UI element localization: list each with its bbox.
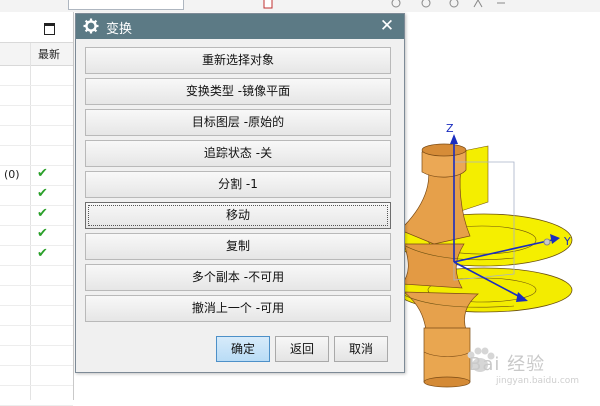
navigator-row[interactable] bbox=[0, 265, 73, 286]
navigator-row[interactable] bbox=[0, 145, 73, 166]
navigator-row[interactable] bbox=[0, 365, 73, 386]
target-layer-button[interactable]: 目标图层 -原始的 bbox=[85, 109, 391, 136]
navigator-row[interactable] bbox=[0, 385, 73, 406]
render-icon[interactable] bbox=[420, 0, 432, 9]
subdivide-button[interactable]: 分割 -1 bbox=[85, 171, 391, 198]
axis-z-label: Z bbox=[446, 122, 454, 135]
upper-sleeve-top bbox=[421, 143, 467, 157]
checkmark-icon: ✔ bbox=[37, 186, 48, 201]
navigator-row-label: (0) bbox=[4, 168, 20, 181]
transform-dialog: 变换 ✕ 重新选择对象 变换类型 -镜像平面 目标图层 -原始的 追踪状态 -关… bbox=[75, 13, 405, 373]
navigator-row[interactable] bbox=[0, 305, 73, 326]
checkmark-icon: ✔ bbox=[37, 206, 48, 221]
dialog-title: 变换 bbox=[106, 22, 133, 37]
trace-status-button[interactable]: 追踪状态 -关 bbox=[85, 140, 391, 167]
checkmark-icon: ✔ bbox=[37, 246, 48, 261]
transform-type-button[interactable]: 变换类型 -镜像平面 bbox=[85, 78, 391, 105]
navigator-row[interactable]: ✔ bbox=[0, 225, 73, 246]
axis-z-arrow bbox=[450, 134, 458, 144]
navigator-row[interactable]: ✔ bbox=[0, 205, 73, 226]
navigator-header bbox=[0, 42, 73, 66]
navigator-row[interactable] bbox=[0, 85, 73, 106]
back-button[interactable]: 返回 bbox=[275, 336, 329, 362]
navigator-row[interactable]: ✔ bbox=[0, 185, 73, 206]
ok-button[interactable]: 确定 bbox=[216, 336, 270, 362]
watermark-url: jingyan.baidu.com bbox=[496, 376, 580, 386]
navigator-row[interactable]: (0) ✔ bbox=[0, 165, 73, 186]
navigator-row[interactable]: ✔ bbox=[0, 245, 73, 266]
navigator-row[interactable] bbox=[0, 345, 73, 366]
move-button[interactable]: 移动 bbox=[85, 202, 391, 229]
copy-button[interactable]: 复制 bbox=[85, 233, 391, 260]
orient-icon[interactable] bbox=[448, 0, 460, 9]
document-icon[interactable] bbox=[262, 0, 274, 9]
checkmark-icon: ✔ bbox=[37, 226, 48, 241]
navigator-row[interactable] bbox=[0, 65, 73, 86]
dialog-titlebar[interactable]: 变换 ✕ bbox=[76, 14, 404, 39]
multiple-copies-button[interactable]: 多个副本 -不可用 bbox=[85, 264, 391, 291]
watermark-text: Bai 经验 bbox=[469, 354, 546, 375]
navigator-row[interactable] bbox=[0, 105, 73, 126]
maximize-icon[interactable] bbox=[44, 23, 55, 35]
navigator-row[interactable] bbox=[0, 125, 73, 146]
gear-icon bbox=[83, 18, 99, 34]
select-icon[interactable] bbox=[472, 0, 484, 9]
undo-last-button[interactable]: 撤消上一个 -可用 bbox=[85, 295, 391, 322]
top-search-input[interactable] bbox=[68, 0, 184, 10]
column-header-latest[interactable]: 最新 bbox=[38, 46, 60, 62]
navigator-row[interactable] bbox=[0, 285, 73, 306]
snap-icon[interactable] bbox=[495, 0, 507, 9]
view-icon[interactable] bbox=[390, 0, 402, 9]
part-navigator-panel: 最新 (0) ✔ ✔ ✔ ✔ ✔ bbox=[0, 12, 74, 406]
navigator-row[interactable] bbox=[0, 325, 73, 346]
checkmark-icon: ✔ bbox=[37, 166, 48, 181]
axis-y-label: Y bbox=[563, 235, 571, 248]
close-icon[interactable]: ✕ bbox=[378, 17, 396, 35]
cancel-button[interactable]: 取消 bbox=[334, 336, 388, 362]
reselect-objects-button[interactable]: 重新选择对象 bbox=[85, 47, 391, 74]
